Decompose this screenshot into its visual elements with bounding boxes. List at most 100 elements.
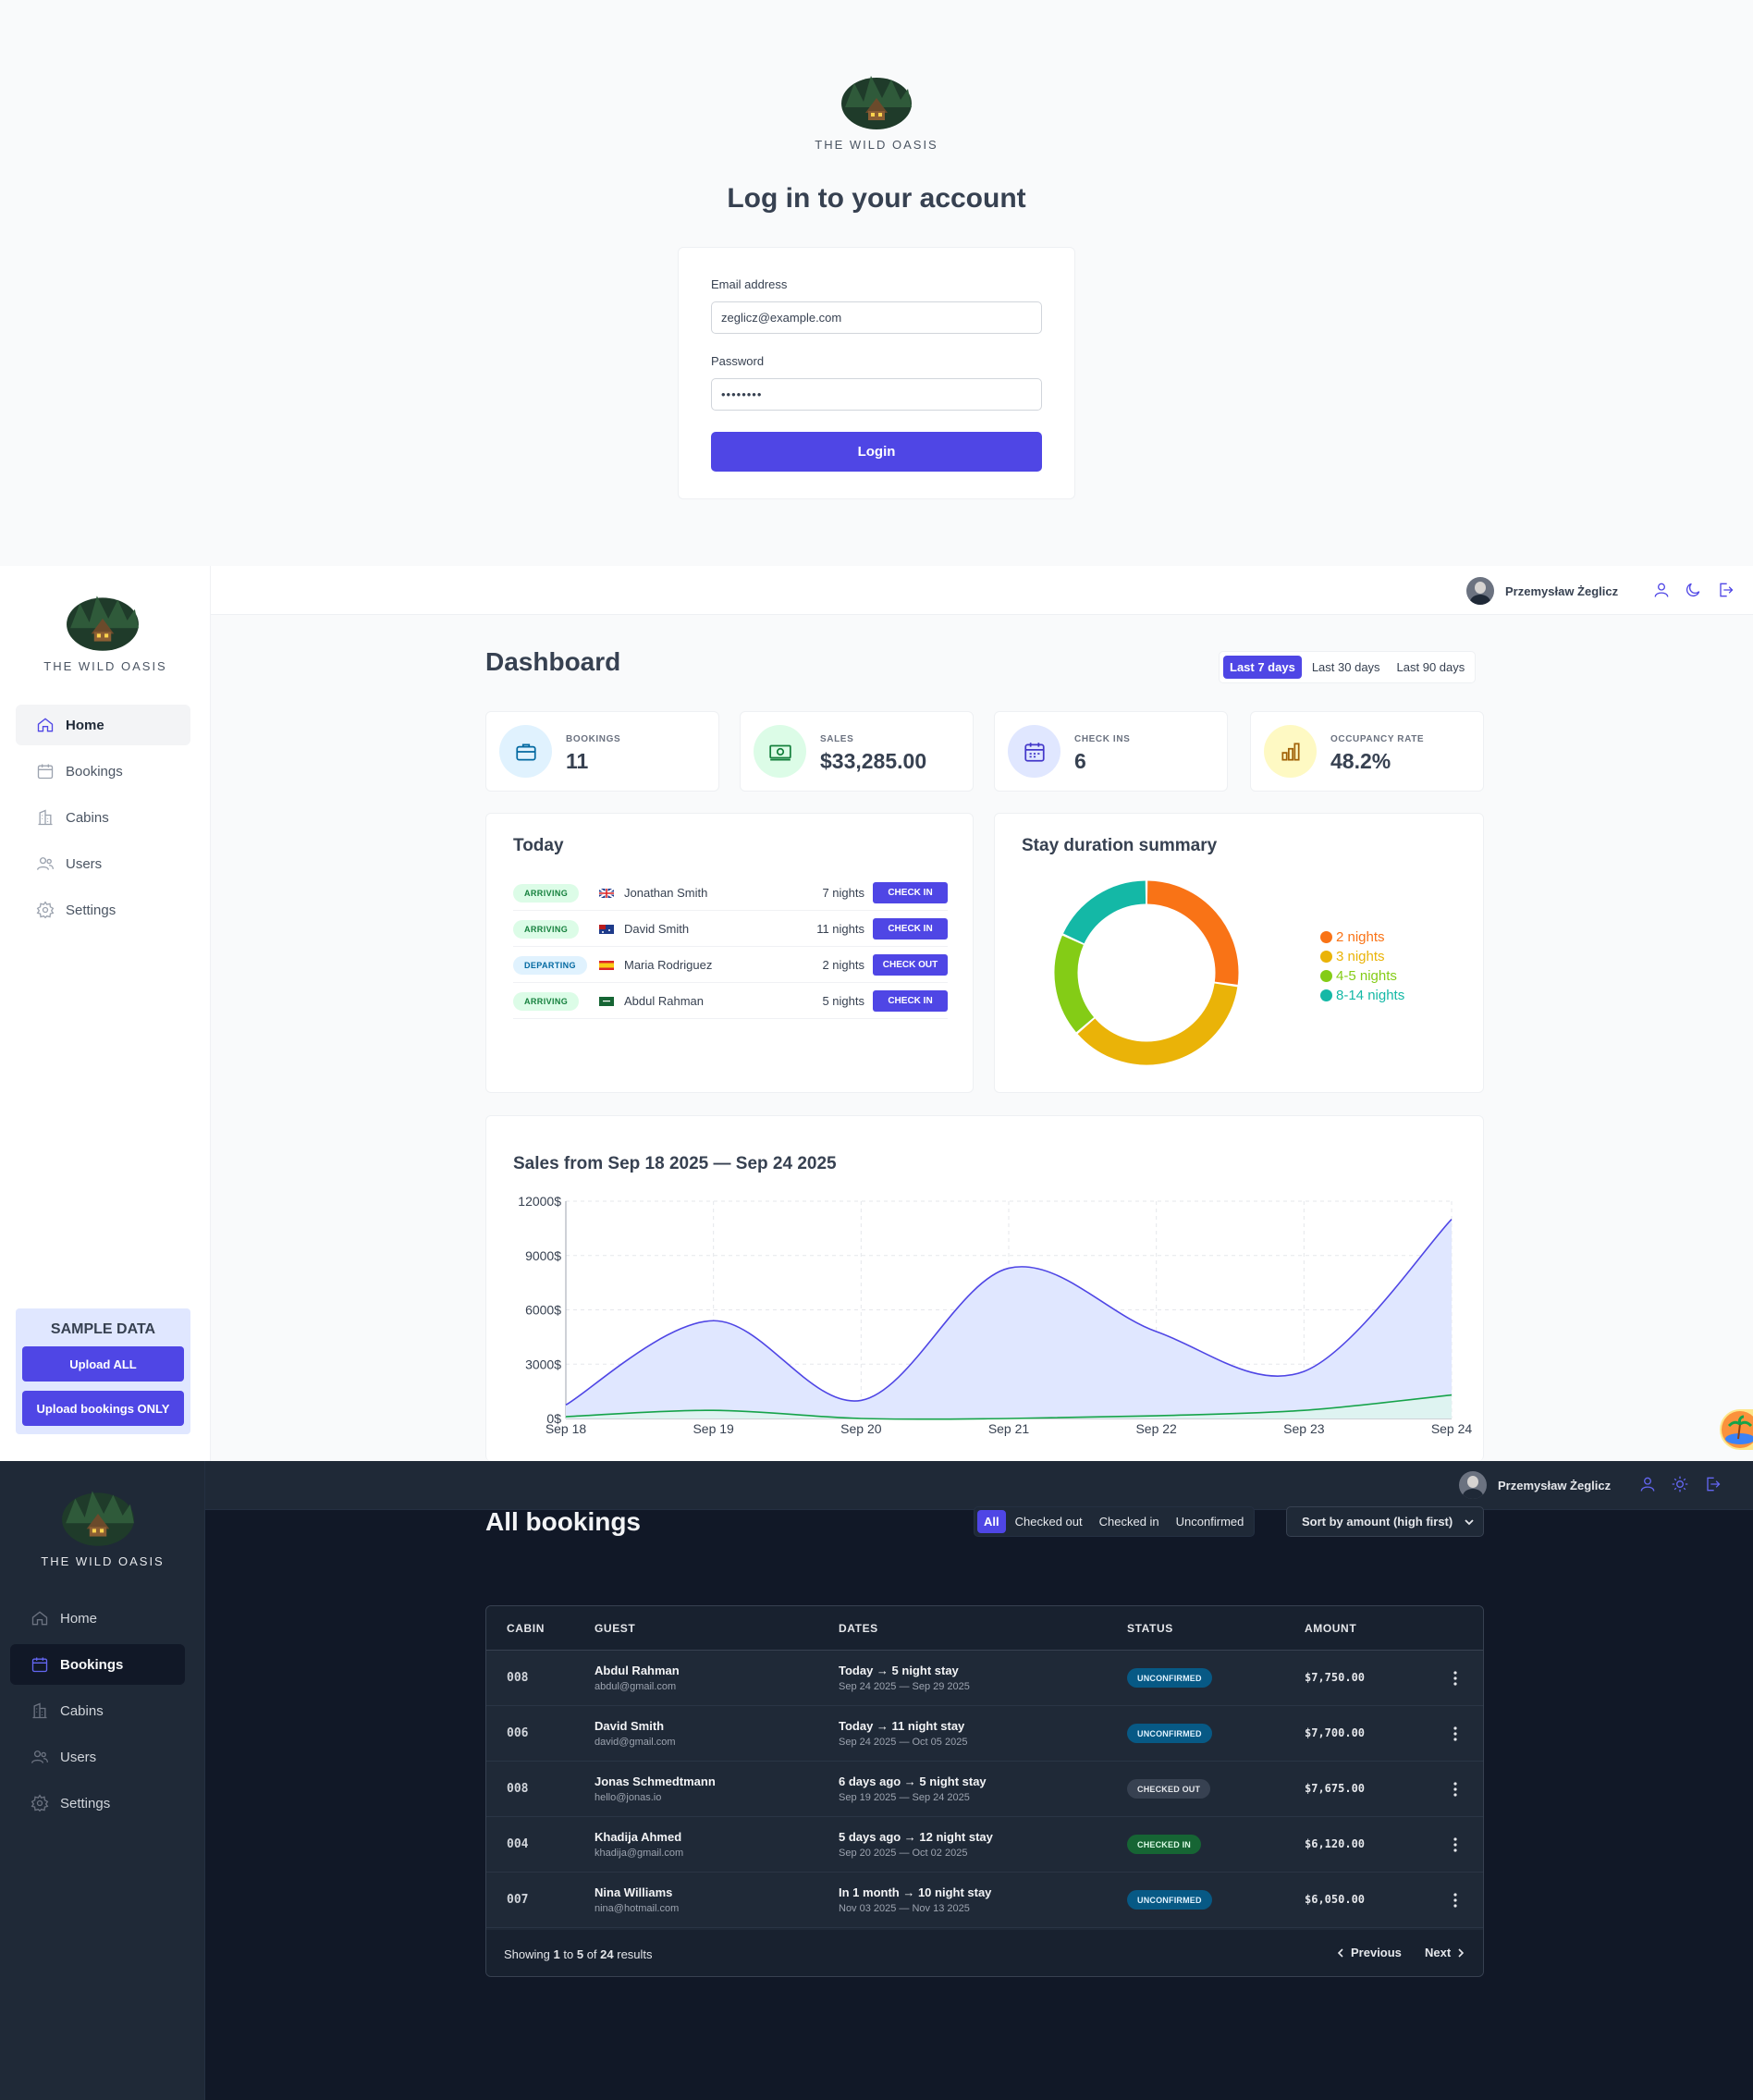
x-tick-label: Sep 19: [693, 1421, 734, 1436]
sidebar-item-users[interactable]: Users: [16, 843, 190, 884]
next-label: Next: [1425, 1946, 1452, 1959]
sidebar-item-bookings[interactable]: Bookings: [10, 1644, 185, 1685]
filter-checked-in[interactable]: Checked in: [1092, 1510, 1167, 1533]
more-vertical-icon[interactable]: [1453, 1725, 1458, 1743]
login-button[interactable]: Login: [711, 432, 1042, 472]
guest-name: Khadija Ahmed: [595, 1830, 682, 1844]
filter-unconfirmed[interactable]: Unconfirmed: [1169, 1510, 1252, 1533]
results-total: 24: [600, 1947, 614, 1961]
filter-checked-out[interactable]: Checked out: [1008, 1510, 1090, 1533]
sidebar-item-settings[interactable]: Settings: [16, 890, 190, 930]
status-badge: ARRIVING: [513, 884, 580, 903]
avatar: [1459, 1471, 1487, 1499]
password-field[interactable]: [711, 378, 1042, 411]
guest-name: Abdul Rahman: [595, 1664, 680, 1677]
avatar: [1466, 577, 1494, 605]
column-header: DATES: [839, 1622, 878, 1635]
flag-es-icon: [599, 961, 614, 970]
logout-icon[interactable]: [1716, 581, 1735, 599]
next-button[interactable]: Next: [1425, 1946, 1465, 1959]
island-icon[interactable]: [1720, 1409, 1753, 1450]
sidebar-item-label: Users: [66, 855, 103, 872]
guest-email: abdul@gmail.com: [595, 1681, 677, 1692]
user-icon[interactable]: [1638, 1475, 1657, 1493]
filter-last-90-days[interactable]: Last 90 days: [1391, 656, 1472, 679]
x-tick-label: Sep 23: [1283, 1421, 1325, 1436]
sidebar-item-settings[interactable]: Settings: [10, 1783, 185, 1824]
logout-icon[interactable]: [1703, 1475, 1722, 1493]
nights: 5 nights: [822, 994, 864, 1008]
upload-bookings-button[interactable]: Upload bookings ONLY: [22, 1391, 184, 1426]
sort-select[interactable]: Sort by amount (high first): [1286, 1506, 1484, 1537]
donut-slice-3-nights: [1077, 983, 1238, 1065]
banknotes-icon: [754, 725, 806, 778]
status-badge: UNCONFIRMED: [1127, 1890, 1212, 1910]
y-tick-label: 9000$: [525, 1248, 561, 1263]
more-vertical-icon[interactable]: [1453, 1669, 1458, 1688]
previous-button[interactable]: Previous: [1336, 1946, 1402, 1959]
check-in-button[interactable]: CHECK IN: [873, 918, 948, 939]
amount: $6,050.00: [1305, 1893, 1366, 1906]
user-menu[interactable]: Przemysław Żeglicz: [1459, 1471, 1611, 1499]
legend-dot: [1320, 970, 1332, 982]
user-name: Przemysław Żeglicz: [1498, 1478, 1612, 1492]
status-badge: DEPARTING: [513, 956, 587, 975]
users-icon: [36, 854, 55, 873]
amount: $7,700.00: [1305, 1726, 1366, 1739]
status-badge: UNCONFIRMED: [1127, 1724, 1212, 1743]
stat-value: 6: [1074, 749, 1086, 773]
sidebar-item-home[interactable]: Home: [16, 705, 190, 745]
chevron-right-icon: [1458, 1947, 1465, 1958]
column-header: AMOUNT: [1305, 1622, 1357, 1635]
date-range: Nov 03 2025 — Nov 13 2025: [839, 1903, 970, 1914]
more-vertical-icon[interactable]: [1453, 1780, 1458, 1799]
date-range: Sep 24 2025 — Sep 29 2025: [839, 1681, 970, 1692]
page-title: All bookings: [485, 1507, 641, 1536]
check-in-button[interactable]: CHECK IN: [873, 882, 948, 903]
table-row: 006 David Smith david@gmail.com Today → …: [486, 1706, 1483, 1762]
check-in-button[interactable]: CHECK IN: [873, 990, 948, 1012]
table-row: 007 Nina Williams nina@hotmail.com In 1 …: [486, 1873, 1483, 1928]
sidebar-item-bookings[interactable]: Bookings: [16, 751, 190, 792]
more-vertical-icon[interactable]: [1453, 1891, 1458, 1910]
sidebar-item-users[interactable]: Users: [10, 1737, 185, 1777]
legend-item: 2 nights: [1320, 929, 1385, 945]
bookings-table: CABIN GUEST DATES STATUS AMOUNT 008 Abdu…: [485, 1605, 1484, 1977]
sidebar-item-cabins[interactable]: Cabins: [16, 797, 190, 838]
sidebar-item-cabins[interactable]: Cabins: [10, 1690, 185, 1731]
user-icon[interactable]: [1652, 581, 1671, 599]
sidebar-item-label: Settings: [66, 902, 116, 918]
moon-icon[interactable]: [1684, 581, 1702, 599]
status-badge: UNCONFIRMED: [1127, 1668, 1212, 1688]
guest-name: David Smith: [595, 1719, 665, 1733]
user-menu[interactable]: Przemysław Żeglicz: [1466, 577, 1618, 605]
sidebar-item-label: Cabins: [66, 809, 109, 826]
sidebar-item-home[interactable]: Home: [10, 1598, 185, 1639]
table-row: 008 Abdul Rahman abdul@gmail.com Today →…: [486, 1651, 1483, 1706]
previous-label: Previous: [1351, 1946, 1402, 1959]
filter-last-30-days[interactable]: Last 30 days: [1306, 656, 1387, 679]
email-field[interactable]: [711, 301, 1042, 334]
legend-dot: [1320, 989, 1332, 1001]
upload-all-button[interactable]: Upload ALL: [22, 1346, 184, 1382]
filter-all[interactable]: All: [977, 1510, 1006, 1533]
y-tick-label: 12000$: [518, 1194, 561, 1209]
cabin-number: 008: [507, 1671, 529, 1685]
guest-email: david@gmail.com: [595, 1737, 676, 1748]
status-badge: ARRIVING: [513, 920, 580, 939]
donut-slice-2-nights: [1146, 880, 1239, 985]
calendar-icon: [36, 762, 55, 780]
sales-chart: Sep 18 Sep 19 Sep 20 Sep 21 Sep 22 Sep 23 Sep …: [518, 1194, 1472, 1436]
filter-last-7-days[interactable]: Last 7 days: [1223, 656, 1302, 679]
chevron-left-icon: [1337, 1947, 1343, 1958]
stat-label: CHECK INS: [1074, 734, 1131, 744]
stay-summary: 6 days ago → 5 night stay: [839, 1775, 987, 1788]
cabin-number: 006: [507, 1726, 529, 1740]
more-vertical-icon[interactable]: [1453, 1836, 1458, 1854]
sun-icon[interactable]: [1671, 1475, 1689, 1493]
login-title: Log in to your account: [727, 183, 1026, 214]
check-out-button[interactable]: CHECK OUT: [873, 954, 948, 976]
date-range: Sep 19 2025 — Sep 24 2025: [839, 1792, 970, 1803]
date-range: Sep 24 2025 — Oct 05 2025: [839, 1737, 968, 1748]
sidebar-item-label: Settings: [60, 1795, 111, 1811]
